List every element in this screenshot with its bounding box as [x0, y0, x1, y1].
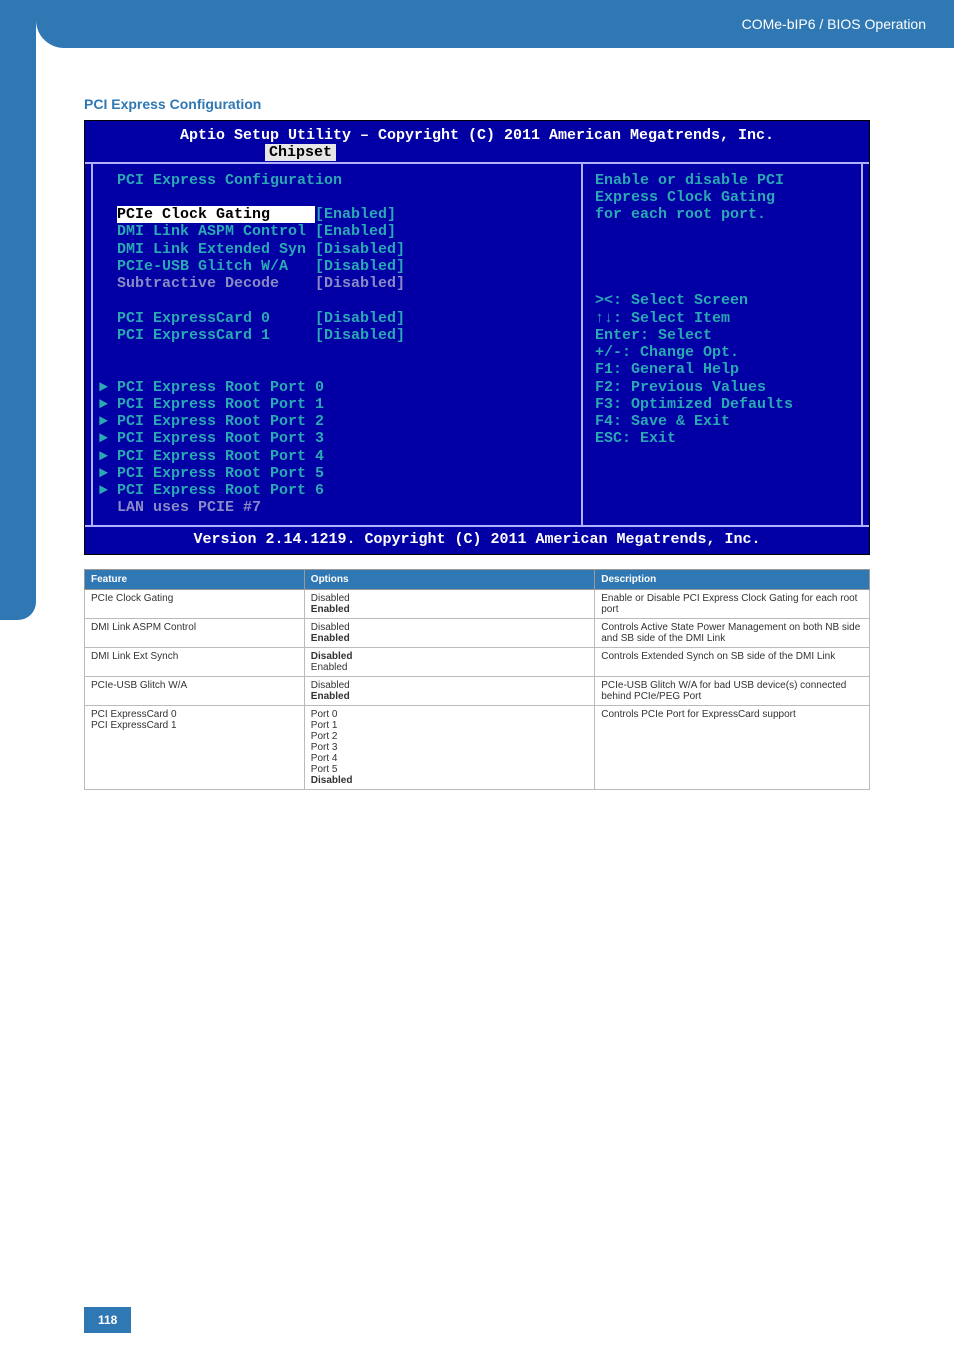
table-row: PCIe-USB Glitch W/ADisabledEnabledPCIe-U… [85, 676, 870, 705]
cell-feature: PCIe Clock Gating [85, 589, 305, 618]
table-header-row: Feature Options Description [85, 569, 870, 589]
bios-help-text: Enable or disable PCI Express Clock Gati… [595, 172, 784, 224]
bios-nav-help: ><: Select Screen ↑↓: Select Item Enter:… [595, 292, 793, 447]
section-title: PCI Express Configuration [84, 96, 870, 112]
cell-options: DisabledEnabled [304, 676, 594, 705]
side-spine [0, 0, 36, 620]
bios-screen: Aptio Setup Utility – Copyright (C) 2011… [84, 120, 870, 555]
cell-desc: Controls PCIe Port for ExpressCard suppo… [595, 705, 870, 789]
content-area: PCI Express Configuration Aptio Setup Ut… [0, 48, 954, 790]
bios-body: PCI Express Configuration PCIe Clock Gat… [85, 162, 869, 527]
page-number: 118 [84, 1307, 131, 1333]
bios-tabs: Chipset [265, 144, 869, 161]
cell-feature: DMI Link ASPM Control [85, 618, 305, 647]
cell-desc: Enable or Disable PCI Express Clock Gati… [595, 589, 870, 618]
bios-footer: Version 2.14.1219. Copyright (C) 2011 Am… [85, 527, 869, 554]
breadcrumb: COMe-bIP6 / BIOS Operation [742, 16, 926, 32]
bios-title: Aptio Setup Utility – Copyright (C) 2011… [85, 121, 869, 144]
cell-feature: PCIe-USB Glitch W/A [85, 676, 305, 705]
cell-options: Port 0Port 1Port 2Port 3Port 4Port 5Disa… [304, 705, 594, 789]
cell-feature: DMI Link Ext Synch [85, 647, 305, 676]
page-header: COMe-bIP6 / BIOS Operation [36, 0, 954, 48]
th-feature: Feature [85, 569, 305, 589]
bios-tab-chipset[interactable]: Chipset [265, 144, 336, 161]
cell-options: DisabledEnabled [304, 618, 594, 647]
table-row: PCI ExpressCard 0 PCI ExpressCard 1Port … [85, 705, 870, 789]
bios-root-ports[interactable]: ► PCI Express Root Port 0 ► PCI Express … [93, 361, 324, 516]
table-row: DMI Link Ext SynchDisabledEnabledControl… [85, 647, 870, 676]
th-options: Options [304, 569, 594, 589]
cell-desc: PCIe-USB Glitch W/A for bad USB device(s… [595, 676, 870, 705]
table-row: DMI Link ASPM ControlDisabledEnabledCont… [85, 618, 870, 647]
feature-table: Feature Options Description PCIe Clock G… [84, 569, 870, 790]
bios-settings[interactable]: PCIe Clock Gating [Enabled] DMI Link ASP… [117, 206, 405, 344]
cell-desc: Controls Active State Power Management o… [595, 618, 870, 647]
table-row: PCIe Clock GatingDisabledEnabledEnable o… [85, 589, 870, 618]
th-desc: Description [595, 569, 870, 589]
bios-page-heading: PCI Express Configuration [117, 172, 342, 189]
cell-feature: PCI ExpressCard 0 PCI ExpressCard 1 [85, 705, 305, 789]
bios-right-pane: Enable or disable PCI Express Clock Gati… [583, 164, 863, 525]
cell-options: DisabledEnabled [304, 647, 594, 676]
bios-left-pane: PCI Express Configuration PCIe Clock Gat… [91, 164, 583, 525]
cell-desc: Controls Extended Synch on SB side of th… [595, 647, 870, 676]
cell-options: DisabledEnabled [304, 589, 594, 618]
